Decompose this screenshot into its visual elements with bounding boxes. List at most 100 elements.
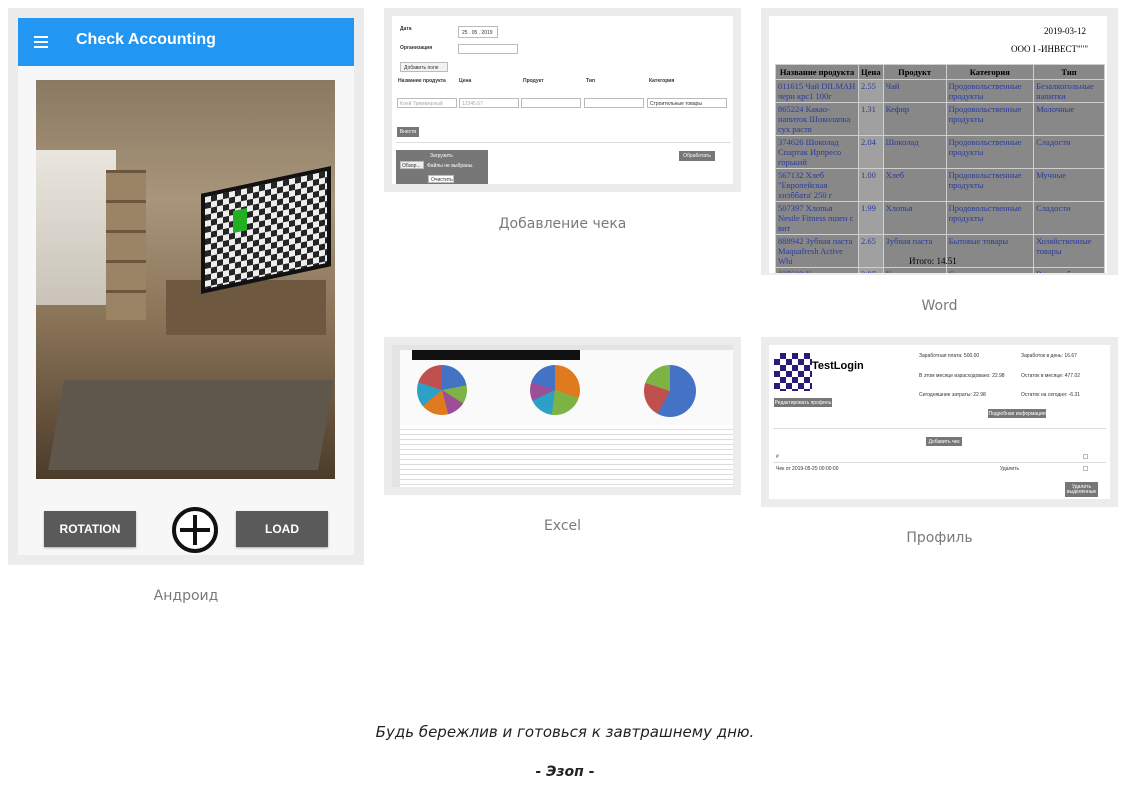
word-cell: Мучные [1033, 168, 1105, 202]
word-cell: Крепление трубы теплого пола [882, 267, 947, 273]
select-all-checkbox[interactable] [1083, 454, 1088, 459]
spent-today: Сегодняшние затраты: 22.98 [919, 392, 986, 398]
add-field-label: Добавить поле [404, 65, 439, 71]
checkerboard-tv [201, 166, 331, 294]
word-cell: Шоколад [882, 135, 947, 169]
pie-chart-3 [644, 365, 696, 417]
product-name-input[interactable]: Клей Триммерный [397, 98, 457, 108]
details-button[interactable]: Подробная информация [988, 409, 1046, 418]
word-cell: 2.97 [858, 267, 884, 273]
upload-label: Загрузить [430, 153, 453, 159]
word-row: 507397 Хлопья Nestle Fitness пшен с вит 1… [774, 201, 1105, 235]
date-input[interactable]: 25 . 05 . 2019 [458, 26, 498, 38]
clear-button[interactable]: Очистить [428, 175, 454, 183]
word-cell: 1.00 [858, 168, 884, 202]
delete-link[interactable]: Удалить [1000, 466, 1019, 472]
receipt-row[interactable]: Чек от 2019-05-25 00:00:00 [776, 466, 838, 472]
word-row: 374626 Шоколад Спартак Ирпресо горький 2.… [774, 135, 1105, 169]
edit-profile-button[interactable]: Редактировать профиль [774, 398, 832, 407]
receipt-caption: Добавление чека [498, 216, 627, 232]
camera-preview [36, 80, 335, 479]
excel-row-header [392, 345, 400, 487]
word-th: Продукт [882, 64, 947, 80]
word-cell: 2.65 [858, 234, 884, 268]
word-company: ООО І -ИНВЕСТ""" [1011, 44, 1089, 54]
excel-card [384, 337, 741, 495]
word-cell: Водоснабжение [1033, 267, 1105, 273]
word-cell: 1.31 [858, 102, 884, 136]
word-total: Итого: 14.51 [909, 256, 957, 266]
browse-button[interactable]: Обзор... [400, 161, 424, 169]
load-button[interactable]: LOAD [236, 511, 328, 547]
word-cell: 2.55 [858, 79, 884, 103]
word-cell: Чай [882, 79, 947, 103]
submit-button[interactable]: Внести [397, 127, 419, 137]
product-input[interactable] [521, 98, 581, 108]
menu-icon[interactable] [34, 36, 48, 48]
word-cell: Продовольственные продукты [945, 79, 1035, 103]
word-cell: Строительные товары [945, 267, 1035, 273]
row-checkbox[interactable] [1083, 466, 1088, 471]
delete-selected-button[interactable]: Удалить выделенные [1065, 482, 1098, 497]
spent-month: В этом месяце израсходовано: 22.98 [919, 373, 1005, 379]
category-select[interactable]: Строительные товары [647, 98, 727, 108]
files-label: Файлы не выбраны. [427, 163, 474, 169]
word-card: 2019-03-12 ООО І -ИНВЕСТ""" Название про… [761, 8, 1118, 275]
add-receipt-button[interactable]: Добавить чек [926, 437, 962, 446]
add-field-dropdown[interactable]: Добавить поле [400, 62, 448, 72]
word-header-row: Название продукта Цена Продукт Категория… [774, 64, 1105, 80]
pie-chart-1 [417, 365, 467, 415]
clear-label: Очистить [431, 177, 453, 183]
detected-marker [233, 208, 247, 234]
process-button[interactable]: Обработать [679, 151, 715, 161]
upload-panel: Загрузить Обзор... Файлы не выбраны. Очи… [396, 150, 488, 184]
org-input[interactable] [458, 44, 518, 54]
pie-chart-2 [530, 365, 580, 415]
profile-caption: Профиль [906, 530, 973, 546]
divider [773, 428, 1106, 429]
product-placeholder: Клей Триммерный [400, 101, 443, 107]
word-cell: Продовольственные продукты [945, 135, 1035, 169]
tv-stand [166, 280, 326, 335]
rotation-button[interactable]: ROTATION [44, 511, 136, 547]
word-date: 2019-03-12 [1044, 26, 1086, 36]
left-today: Остаток на сегодня: -6.31 [1021, 392, 1081, 398]
profile-card: TestLogin Заработная плата: 500.00 Зараб… [761, 337, 1118, 507]
add-circle-icon[interactable] [172, 507, 218, 553]
word-cell: Сладости [1033, 135, 1105, 169]
word-cell: Хлопья [882, 201, 947, 235]
word-cell: 011615 Чай DILMAH черн крс1 100г [774, 79, 860, 103]
price-input[interactable]: 12345.67 [459, 98, 519, 108]
date-label: Дата [400, 26, 412, 32]
word-cell: 865224 Какао-напиток Шоколапка сух раств [774, 102, 860, 136]
col-type: Тип [586, 78, 595, 84]
word-row: 567132 Хлеб "Европейская хнэббата' 250 г… [774, 168, 1105, 202]
receipt-card: Дата 25 . 05 . 2019 Организация Добавить… [384, 8, 741, 192]
salary: Заработная плата: 500.00 [919, 353, 980, 359]
excel-dark-header [412, 350, 580, 360]
word-th: Тип [1033, 64, 1105, 80]
word-cell: Безалкогольные напитки [1033, 79, 1105, 103]
word-cell: 2.04 [858, 135, 884, 169]
app-title: Check Accounting [76, 31, 216, 48]
per-day: Заработок в день: 16.67 [1021, 353, 1077, 359]
word-cell: Продовольственные продукты [945, 201, 1035, 235]
android-caption: Андроид [153, 588, 219, 604]
word-caption: Word [921, 298, 958, 314]
excel-screenshot [392, 345, 733, 487]
quote-text: Будь бережлив и готовься к завтрашнему д… [375, 723, 755, 741]
type-input[interactable] [584, 98, 644, 108]
room-rug [48, 380, 334, 470]
word-table-body: 011615 Чай DILMAH черн крс1 100г 2.55 Чай П… [774, 79, 1105, 273]
hash-header: # [776, 454, 779, 460]
category-value: Строительные товары [650, 101, 702, 107]
col-product: Продукт [523, 78, 544, 84]
word-row: 011615 Чай DILMAH черн крс1 100г 2.55 Чай П… [774, 79, 1105, 103]
word-cell: Сладости [1033, 201, 1105, 235]
date-value: 25 . 05 . 2019 [462, 30, 493, 36]
word-th: Цена [858, 64, 884, 80]
org-label: Организация [400, 45, 433, 51]
word-cell: 1.99 [858, 201, 884, 235]
word-cell: Продовольственные продукты [945, 102, 1035, 136]
word-cell: Продовольственные продукты [945, 168, 1035, 202]
